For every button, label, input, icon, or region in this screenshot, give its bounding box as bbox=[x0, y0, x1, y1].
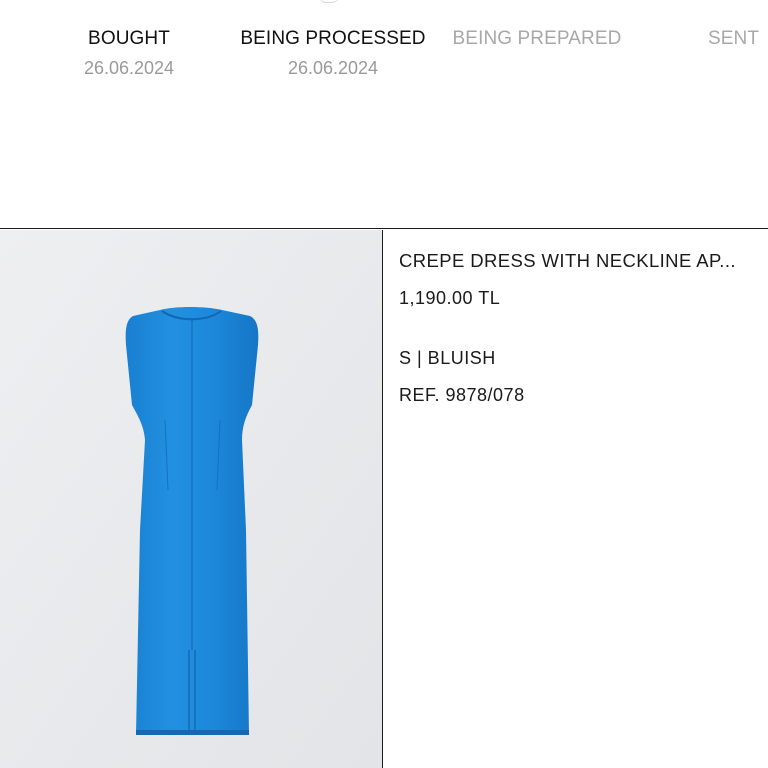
product-name[interactable]: CREPE DRESS WITH NECKLINE AP... bbox=[399, 249, 749, 273]
status-step-label: BEING PROCESSED bbox=[240, 28, 426, 49]
status-step-sent: SENT bbox=[708, 28, 768, 50]
status-step-being-processed: BEING PROCESSED 26.06.2024 bbox=[236, 28, 430, 78]
order-detail-page: BOUGHT 26.06.2024 BEING PROCESSED 26.06.… bbox=[0, 0, 768, 768]
dress-image bbox=[0, 230, 382, 768]
status-step-date: 26.06.2024 bbox=[287, 58, 379, 78]
status-step-label: SENT bbox=[708, 28, 760, 49]
status-step-being-prepared: BEING PREPARED bbox=[447, 28, 627, 50]
product-price: 1,190.00 TL bbox=[399, 288, 501, 308]
order-status-tracker: BOUGHT 26.06.2024 BEING PROCESSED 26.06.… bbox=[0, 0, 768, 228]
product-reference: REF. 9878/078 bbox=[399, 385, 525, 405]
scroll-hint-arc bbox=[318, 0, 340, 3]
order-item[interactable]: CREPE DRESS WITH NECKLINE AP... 1,190.00… bbox=[0, 228, 768, 768]
status-step-label: BEING PREPARED bbox=[452, 28, 622, 49]
product-image[interactable] bbox=[0, 230, 383, 768]
status-step-bought: BOUGHT 26.06.2024 bbox=[68, 28, 190, 78]
product-size-color: S | BLUISH bbox=[399, 348, 496, 368]
status-step-date: 26.06.2024 bbox=[83, 58, 175, 78]
product-details: CREPE DRESS WITH NECKLINE AP... 1,190.00… bbox=[399, 249, 759, 406]
status-step-label: BOUGHT bbox=[88, 28, 170, 49]
